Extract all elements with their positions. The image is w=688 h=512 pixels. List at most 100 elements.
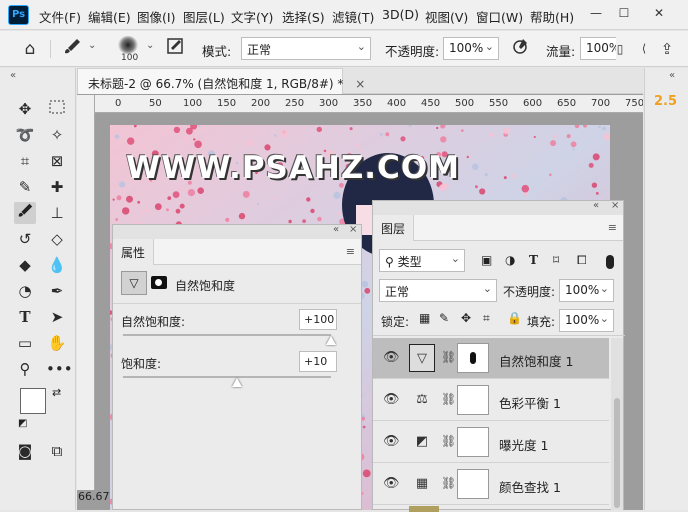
close-button[interactable]: ✕ — [648, 3, 670, 23]
fill-input[interactable]: 100% ⌄ — [559, 309, 614, 332]
lock-artboard-icon[interactable]: ⌗ — [483, 311, 490, 326]
chevron-down-icon[interactable]: ⌄ — [88, 40, 96, 51]
clone-stamp-tool-icon[interactable]: ⊥ — [46, 202, 68, 224]
history-brush-tool-icon[interactable]: ↺ — [14, 228, 36, 250]
tab-close-icon[interactable]: × — [355, 77, 365, 91]
close-icon[interactable]: × — [349, 224, 357, 235]
blend-mode-dropdown[interactable]: 正常 ⌄ — [379, 279, 497, 302]
document-tab[interactable]: 未标题-2 @ 66.7% (自然饱和度 1, RGB/8#) * × — [77, 68, 365, 94]
eye-icon[interactable]: 👁 — [383, 350, 400, 365]
filter-adjustment-icon[interactable]: ◑ — [505, 253, 515, 267]
vibrance-slider-track[interactable] — [123, 334, 331, 336]
menu-type[interactable]: 文字(Y) — [231, 7, 273, 26]
menu-select[interactable]: 选择(S) — [282, 7, 325, 26]
screen-mode-icon[interactable]: ⧉ — [46, 440, 68, 462]
healing-brush-tool-icon[interactable]: ✚ — [46, 176, 68, 198]
collapse-icon[interactable]: « — [593, 200, 599, 211]
layer-row[interactable]: 👁 ▦ ⛓ 颜色查找 1 — [373, 464, 609, 505]
filter-shape-icon[interactable]: ⌑ — [553, 253, 559, 267]
lock-all-icon[interactable]: 🔒 — [507, 311, 522, 325]
marquee-tool-icon[interactable] — [46, 98, 68, 120]
panel-menu-icon[interactable]: ≡ — [346, 245, 355, 258]
saturation-input[interactable]: +10 — [299, 351, 337, 372]
menu-window[interactable]: 窗口(W) — [476, 7, 523, 26]
layer-name[interactable]: 自然饱和度 1 — [499, 351, 573, 370]
strip-value[interactable]: 2.5 — [654, 94, 677, 109]
filter-toggle-icon[interactable] — [606, 255, 614, 269]
collapse-icon[interactable]: « — [333, 224, 339, 235]
foreground-color-swatch[interactable] — [20, 388, 46, 414]
filter-pixel-icon[interactable]: ▣ — [481, 253, 492, 267]
lasso-tool-icon[interactable]: ➰ — [14, 124, 36, 146]
eye-icon[interactable]: 👁 — [383, 434, 400, 449]
menu-edit[interactable]: 编辑(E) — [88, 7, 131, 26]
share-icon[interactable]: ⇪ — [655, 37, 679, 61]
saturation-slider-thumb[interactable] — [232, 378, 243, 387]
layer-row[interactable]: 👁 ▽ ⛓ 自然饱和度 1 — [373, 338, 609, 379]
chevron-down-icon[interactable]: ⌄ — [146, 40, 154, 51]
filter-smart-object-icon[interactable]: ⧠ — [577, 253, 587, 268]
layer-mask-thumbnail[interactable] — [457, 385, 489, 415]
layer-row[interactable]: 👁 ⚖ ⛓ 色彩平衡 1 — [373, 380, 609, 421]
menu-image[interactable]: 图像(I) — [137, 7, 175, 26]
layer-row[interactable]: 👁 ◩ ⛓ 曝光度 1 — [373, 422, 609, 463]
eye-icon[interactable]: 👁 — [383, 392, 400, 407]
paint-bucket-tool-icon[interactable]: ◆ — [14, 254, 36, 276]
panel-menu-icon[interactable]: ≡ — [608, 221, 617, 234]
menu-layer[interactable]: 图层(L) — [183, 7, 225, 26]
blur-tool-icon[interactable]: 💧 — [46, 254, 68, 276]
layer-name[interactable]: 色彩平衡 1 — [499, 393, 561, 412]
more-tools-icon[interactable]: ••• — [46, 358, 73, 380]
layer-name[interactable]: 曝光度 1 — [499, 435, 548, 454]
crop-tool-icon[interactable]: ⌗ — [14, 150, 36, 172]
eye-icon[interactable]: 👁 — [383, 476, 400, 491]
vibrance-input[interactable]: +100 — [299, 309, 337, 330]
default-colors-icon[interactable]: ◩ — [18, 418, 27, 429]
magic-wand-tool-icon[interactable]: ✧ — [46, 124, 68, 146]
move-tool-icon[interactable]: ✥ — [14, 98, 36, 120]
filter-kind-dropdown[interactable]: ⚲ 类型 ⌄ — [379, 249, 465, 272]
path-selection-tool-icon[interactable]: ➤ — [46, 306, 68, 328]
home-icon[interactable]: ⌂ — [18, 37, 42, 61]
frame-tool-icon[interactable]: ⊠ — [46, 150, 68, 172]
vibrance-slider-thumb[interactable] — [326, 336, 336, 345]
tab-layers[interactable]: 图层 — [373, 215, 415, 241]
pen-tool-icon[interactable]: ✒ — [46, 280, 68, 302]
type-tool-icon[interactable]: T — [14, 306, 36, 328]
menu-help[interactable]: 帮助(H) — [530, 7, 574, 26]
brush-preset-icon[interactable] — [60, 37, 84, 61]
layer-mask-thumbnail[interactable] — [457, 343, 489, 373]
brush-tip-icon[interactable] — [118, 36, 138, 54]
lock-image-icon[interactable]: ✎ — [439, 311, 449, 325]
quick-mask-icon[interactable]: ◙ — [14, 440, 36, 462]
link-icon[interactable]: ⛓ — [441, 434, 456, 448]
menu-view[interactable]: 视图(V) — [425, 7, 468, 26]
menu-file[interactable]: 文件(F) — [39, 7, 81, 26]
collapse-icon[interactable]: « — [10, 70, 16, 81]
tab-properties[interactable]: 属性 — [113, 239, 155, 265]
menu-filter[interactable]: 滤镜(T) — [332, 7, 374, 26]
zoom-level[interactable]: 66.67 — [78, 490, 110, 503]
filter-type-icon[interactable]: T — [529, 253, 538, 267]
layer-opacity-input[interactable]: 100% ⌄ — [559, 279, 614, 302]
minimize-button[interactable]: — — [585, 3, 607, 23]
restore-button[interactable]: ☐ — [613, 3, 635, 23]
angle-icon[interactable]: ⟨ — [632, 37, 656, 61]
pressure-opacity-icon[interactable] — [508, 37, 532, 61]
mode-dropdown[interactable]: 正常 ⌄ — [241, 37, 371, 60]
link-icon[interactable]: ⛓ — [441, 476, 456, 490]
layer-mask-thumbnail[interactable] — [457, 469, 489, 499]
close-icon[interactable]: × — [611, 200, 619, 211]
menu-3d[interactable]: 3D(D) — [382, 7, 419, 22]
layer-mask-thumbnail[interactable] — [457, 427, 489, 457]
layers-scrollbar[interactable] — [611, 338, 623, 510]
brush-settings-icon[interactable] — [163, 37, 187, 61]
link-icon[interactable]: ⛓ — [441, 350, 456, 364]
zoom-tool-icon[interactable]: ⚲ — [14, 358, 36, 380]
collapse-icon[interactable]: « — [669, 70, 675, 81]
brush-tool-icon[interactable] — [14, 202, 36, 224]
dodge-tool-icon[interactable]: ◔ — [14, 280, 36, 302]
lock-transparent-icon[interactable]: ▦ — [419, 311, 430, 325]
hand-tool-icon[interactable]: ✋ — [46, 332, 68, 354]
lock-position-icon[interactable]: ✥ — [461, 311, 471, 325]
